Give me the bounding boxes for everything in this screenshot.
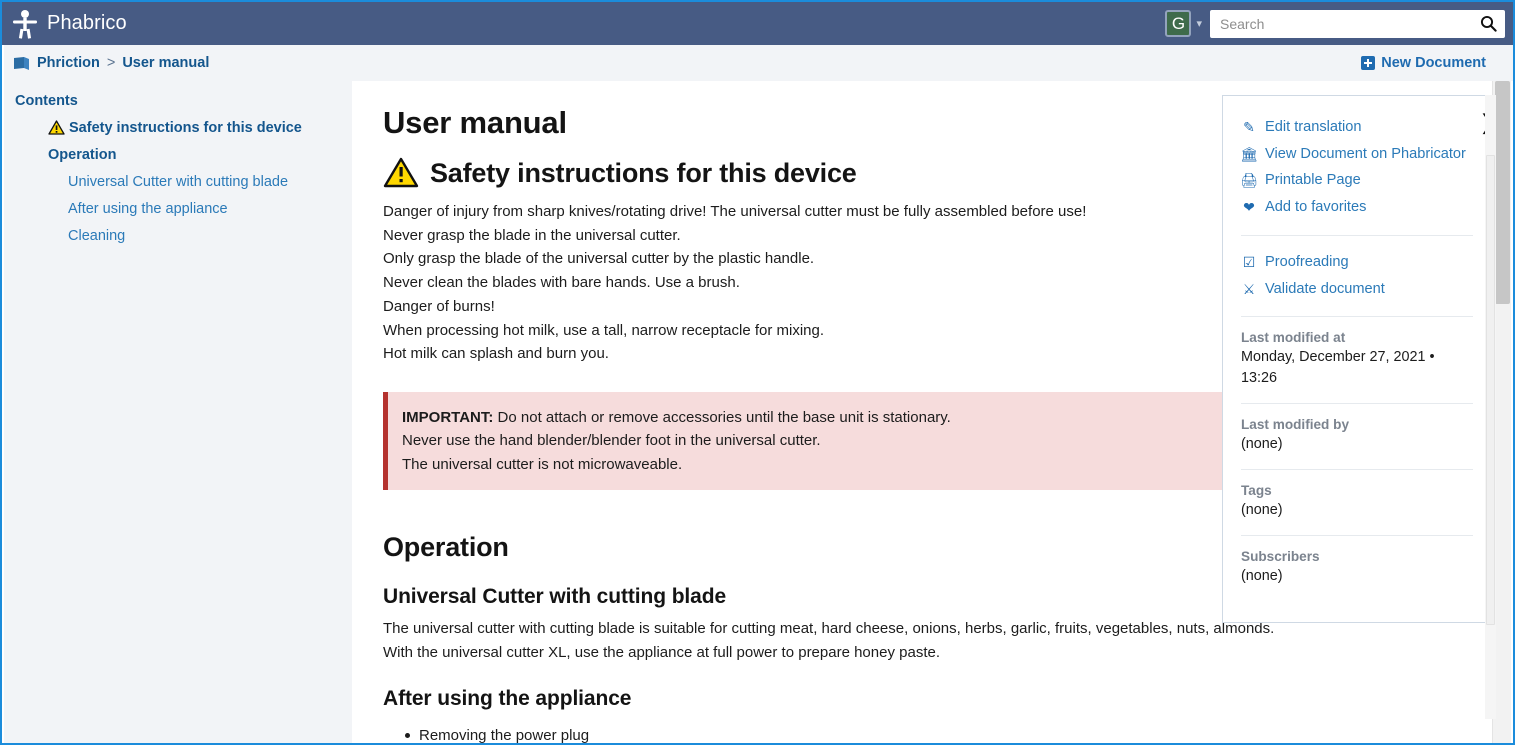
- validate-document-link[interactable]: ⚔ Validate document: [1241, 276, 1473, 303]
- sidebar-item-label: Operation: [48, 147, 117, 163]
- bank-icon: 🏛: [1240, 145, 1258, 162]
- action-label: View Document on Phabricator: [1265, 145, 1466, 162]
- add-to-favorites-link[interactable]: ❤ Add to favorites: [1241, 194, 1473, 221]
- sidebar-item-safety-instructions[interactable]: Safety instructions for this device: [4, 115, 352, 142]
- search-box[interactable]: [1210, 9, 1505, 38]
- search-input[interactable]: [1218, 10, 1477, 37]
- page-scrollbar-thumb[interactable]: [1495, 81, 1510, 304]
- heart-icon: ❤: [1243, 199, 1255, 216]
- meta-value: (none): [1241, 436, 1283, 453]
- breadcrumb-current[interactable]: User manual: [122, 55, 209, 71]
- breadcrumb-bar: Phriction > User manual New Document: [4, 45, 1513, 81]
- meta-label: Last modified at: [1241, 330, 1346, 346]
- panel-divider: [1241, 403, 1473, 405]
- avatar[interactable]: G: [1165, 10, 1192, 37]
- sidebar-item-operation[interactable]: Operation: [4, 142, 352, 169]
- person-logo-icon: [13, 9, 37, 39]
- after-use-list: Removing the power plug Press the releas…: [383, 719, 1496, 743]
- panel-divider: [1241, 535, 1473, 537]
- list-item: Removing the power plug: [405, 719, 1496, 743]
- book-icon: [14, 56, 29, 70]
- breadcrumb: Phriction > User manual: [4, 55, 209, 71]
- meta-value: (none): [1241, 502, 1283, 519]
- important-first-text: Do not attach or remove accessories unti…: [493, 408, 951, 426]
- action-label: Edit translation: [1265, 119, 1362, 135]
- pencil-icon: ✎: [1243, 119, 1255, 135]
- panel-divider: [1241, 234, 1473, 236]
- new-document-button[interactable]: New Document: [1361, 55, 1513, 71]
- meta-value: (none): [1241, 568, 1283, 585]
- action-label: Validate document: [1265, 280, 1385, 297]
- panel-divider: [1241, 316, 1473, 318]
- plus-square-icon: [1361, 56, 1376, 70]
- breadcrumb-root[interactable]: Phriction: [37, 55, 100, 71]
- action-label: Printable Page: [1265, 172, 1361, 189]
- browser-page: Phabrico G ▾ Phriction > User manual: [0, 0, 1515, 745]
- header-right: G ▾: [1165, 9, 1513, 38]
- meta-label: Last modified by: [1241, 417, 1350, 433]
- sidebar-item-cleaning[interactable]: Cleaning: [4, 223, 352, 250]
- important-label: IMPORTANT:: [402, 408, 494, 426]
- breadcrumb-separator: >: [106, 55, 116, 71]
- action-label: Proofreading: [1265, 253, 1349, 270]
- brand[interactable]: Phabrico: [2, 9, 127, 39]
- checkbox-icon: ☑: [1242, 253, 1256, 270]
- view-document-on-phabricator-link[interactable]: 🏛 View Document on Phabricator: [1240, 141, 1473, 168]
- brand-name: Phabrico: [47, 12, 127, 34]
- meta-label: Tags: [1241, 483, 1272, 499]
- sidebar-item-label: Safety instructions for this device: [69, 120, 302, 136]
- stethoscope-icon: ⚔: [1242, 280, 1256, 297]
- new-document-label: New Document: [1381, 55, 1486, 71]
- search-icon[interactable]: [1480, 15, 1497, 32]
- content-scrollbar[interactable]: [1485, 95, 1496, 719]
- sidebar-item-after-using[interactable]: After using the appliance: [4, 196, 352, 223]
- sidebar-item-label: Universal Cutter with cutting blade: [68, 174, 289, 190]
- sidebar-item-label: After using the appliance: [68, 201, 228, 217]
- proofreading-link[interactable]: ☑ Proofreading: [1241, 249, 1473, 276]
- chevron-down-icon[interactable]: ▾: [1196, 17, 1202, 30]
- warning-triangle-icon: [383, 157, 419, 188]
- sidebar-item-label: Cleaning: [68, 228, 126, 244]
- safety-heading-text: Safety instructions for this device: [430, 157, 857, 188]
- meta-value: Monday, December 27, 2021 • 13:26: [1241, 349, 1435, 387]
- toc-sidebar: Contents Safety instructions for this de…: [4, 81, 352, 743]
- edit-translation-link[interactable]: ✎ Edit translation: [1241, 114, 1473, 141]
- meta-label: Subscribers: [1241, 549, 1320, 565]
- warning-triangle-icon: [48, 120, 65, 135]
- app-header: Phabrico G ▾: [2, 2, 1513, 45]
- sidebar-item-universal-cutter[interactable]: Universal Cutter with cutting blade: [4, 169, 352, 196]
- printable-page-link[interactable]: 🖨 Printable Page: [1240, 167, 1473, 194]
- action-label: Add to favorites: [1265, 199, 1367, 216]
- after-use-heading: After using the appliance: [383, 686, 632, 710]
- printer-icon: 🖨: [1240, 172, 1258, 189]
- content-scrollbar-thumb[interactable]: [1486, 155, 1495, 625]
- panel-divider: [1241, 469, 1473, 471]
- document-actions-panel: ❯ ✎ Edit translation 🏛 View Document on …: [1222, 95, 1497, 623]
- toc-title: Contents: [15, 93, 78, 109]
- cutter-line: With the universal cutter XL, use the ap…: [383, 644, 940, 662]
